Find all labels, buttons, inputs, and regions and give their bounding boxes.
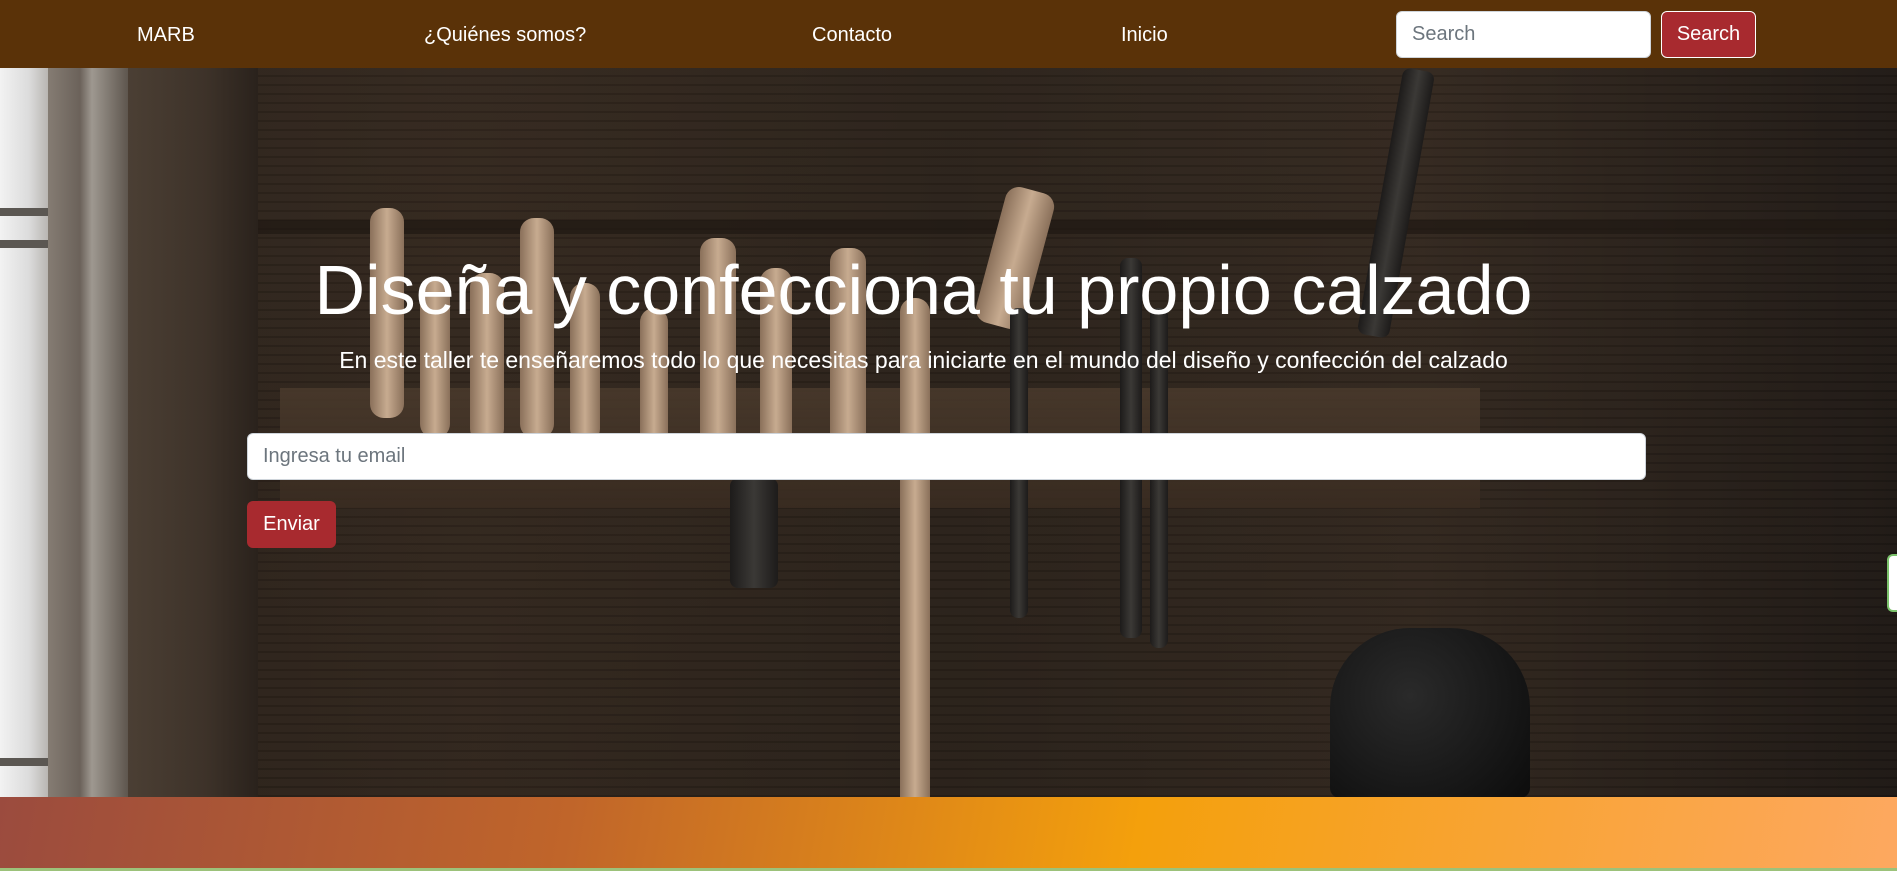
window-frame-bar (0, 758, 48, 766)
email-field[interactable] (247, 433, 1646, 480)
nav-link-home[interactable]: Inicio (1121, 0, 1168, 68)
hero-subtitle-text: En este taller te enseñaremos todo lo qu… (339, 347, 1508, 373)
top-navbar: MARB ¿Quiénes somos? Contacto Inicio Sea… (0, 0, 1897, 68)
window-frame-bar (0, 240, 48, 248)
nav-link-contact[interactable]: Contacto (812, 0, 892, 68)
hero-background-beam (258, 220, 1897, 234)
hero-title-text: Diseña y confecciona tu propio calzado (314, 251, 1533, 329)
gradient-section (0, 797, 1897, 871)
tool-blade (730, 478, 778, 588)
hero-background-post (48, 68, 128, 797)
hero-section: Diseña y confecciona tu propio calzado E… (0, 68, 1897, 797)
submit-button[interactable]: Enviar (247, 501, 336, 548)
side-feedback-tab[interactable] (1887, 554, 1897, 612)
nav-link-about[interactable]: ¿Quiénes somos? (424, 0, 586, 68)
hero-title: Diseña y confecciona tu propio calzado (0, 248, 1897, 332)
search-button[interactable]: Search (1661, 11, 1756, 58)
window-frame-bar (0, 208, 48, 216)
hero-subtitle: En este taller te enseñaremos todo lo qu… (0, 346, 1897, 376)
search-input[interactable] (1396, 11, 1651, 58)
leather-bag (1330, 628, 1530, 797)
hero-background-post (128, 68, 258, 797)
brand-link[interactable]: MARB (137, 0, 195, 68)
hero-background-window (0, 68, 48, 797)
